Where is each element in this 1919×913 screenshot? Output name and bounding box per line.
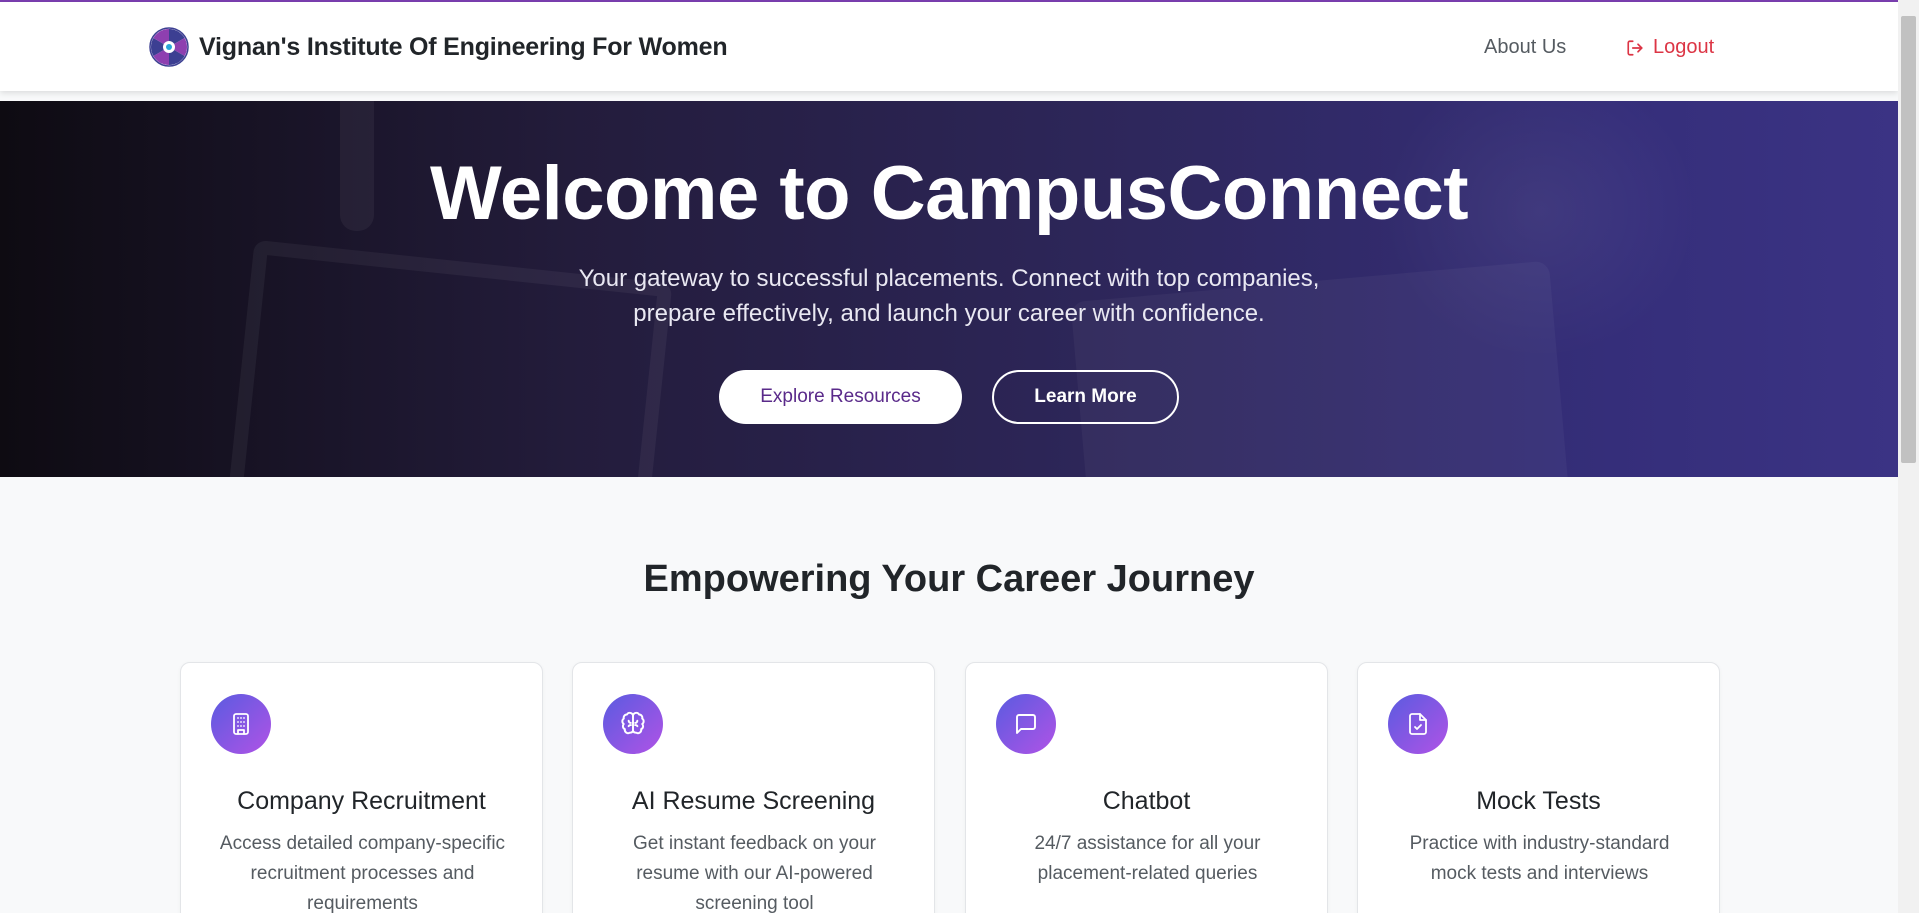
- card-description: 24/7 assistance for all your placement-r…: [1034, 833, 1261, 884]
- nav-about-us-link[interactable]: About Us: [1484, 36, 1566, 59]
- page: Vignan's Institute Of Engineering For Wo…: [0, 0, 1898, 913]
- file-check-icon: [1388, 694, 1448, 754]
- scrollbar-thumb[interactable]: [1901, 16, 1916, 463]
- card-description: Access detailed company-specific recruit…: [219, 833, 506, 913]
- logout-button[interactable]: Logout: [1626, 36, 1714, 59]
- vertical-scrollbar[interactable]: [1898, 0, 1919, 913]
- card-title: Company Recruitment: [237, 787, 486, 815]
- building-icon: [211, 694, 271, 754]
- brand-name: Vignan's Institute Of Engineering For Wo…: [199, 32, 728, 61]
- logout-label: Logout: [1653, 36, 1715, 58]
- feature-card-company-recruitment[interactable]: Company Recruitment Access detailed comp…: [180, 662, 543, 913]
- card-title: Mock Tests: [1476, 787, 1601, 815]
- learn-more-button[interactable]: Learn More: [992, 370, 1179, 424]
- navbar: Vignan's Institute Of Engineering For Wo…: [0, 2, 1898, 91]
- explore-resources-button[interactable]: Explore Resources: [719, 370, 962, 424]
- brand[interactable]: Vignan's Institute Of Engineering For Wo…: [149, 27, 728, 67]
- feature-card-mock-tests[interactable]: Mock Tests Practice with industry-standa…: [1357, 662, 1720, 913]
- card-title: Chatbot: [1102, 787, 1191, 815]
- feature-card-chatbot[interactable]: Chatbot 24/7 assistance for all your pla…: [965, 662, 1328, 913]
- chat-icon: [996, 694, 1056, 754]
- card-description: Practice with industry-standard mock tes…: [1409, 833, 1670, 884]
- card-title: AI Resume Screening: [631, 787, 876, 815]
- logout-icon: [1627, 39, 1643, 56]
- hero-subtitle: Your gateway to successful placements. C…: [578, 265, 1320, 327]
- card-description: Get instant feedback on your resume with…: [633, 833, 876, 913]
- college-logo-icon: [149, 27, 189, 67]
- feature-card-ai-resume-screening[interactable]: AI Resume Screening Get instant feedback…: [572, 662, 935, 913]
- section-heading: Empowering Your Career Journey: [643, 558, 1255, 600]
- hero-banner: Welcome to CampusConnect Your gateway to…: [0, 101, 1898, 477]
- brain-icon: [603, 694, 663, 754]
- hero-title: Welcome to CampusConnect: [429, 151, 1469, 236]
